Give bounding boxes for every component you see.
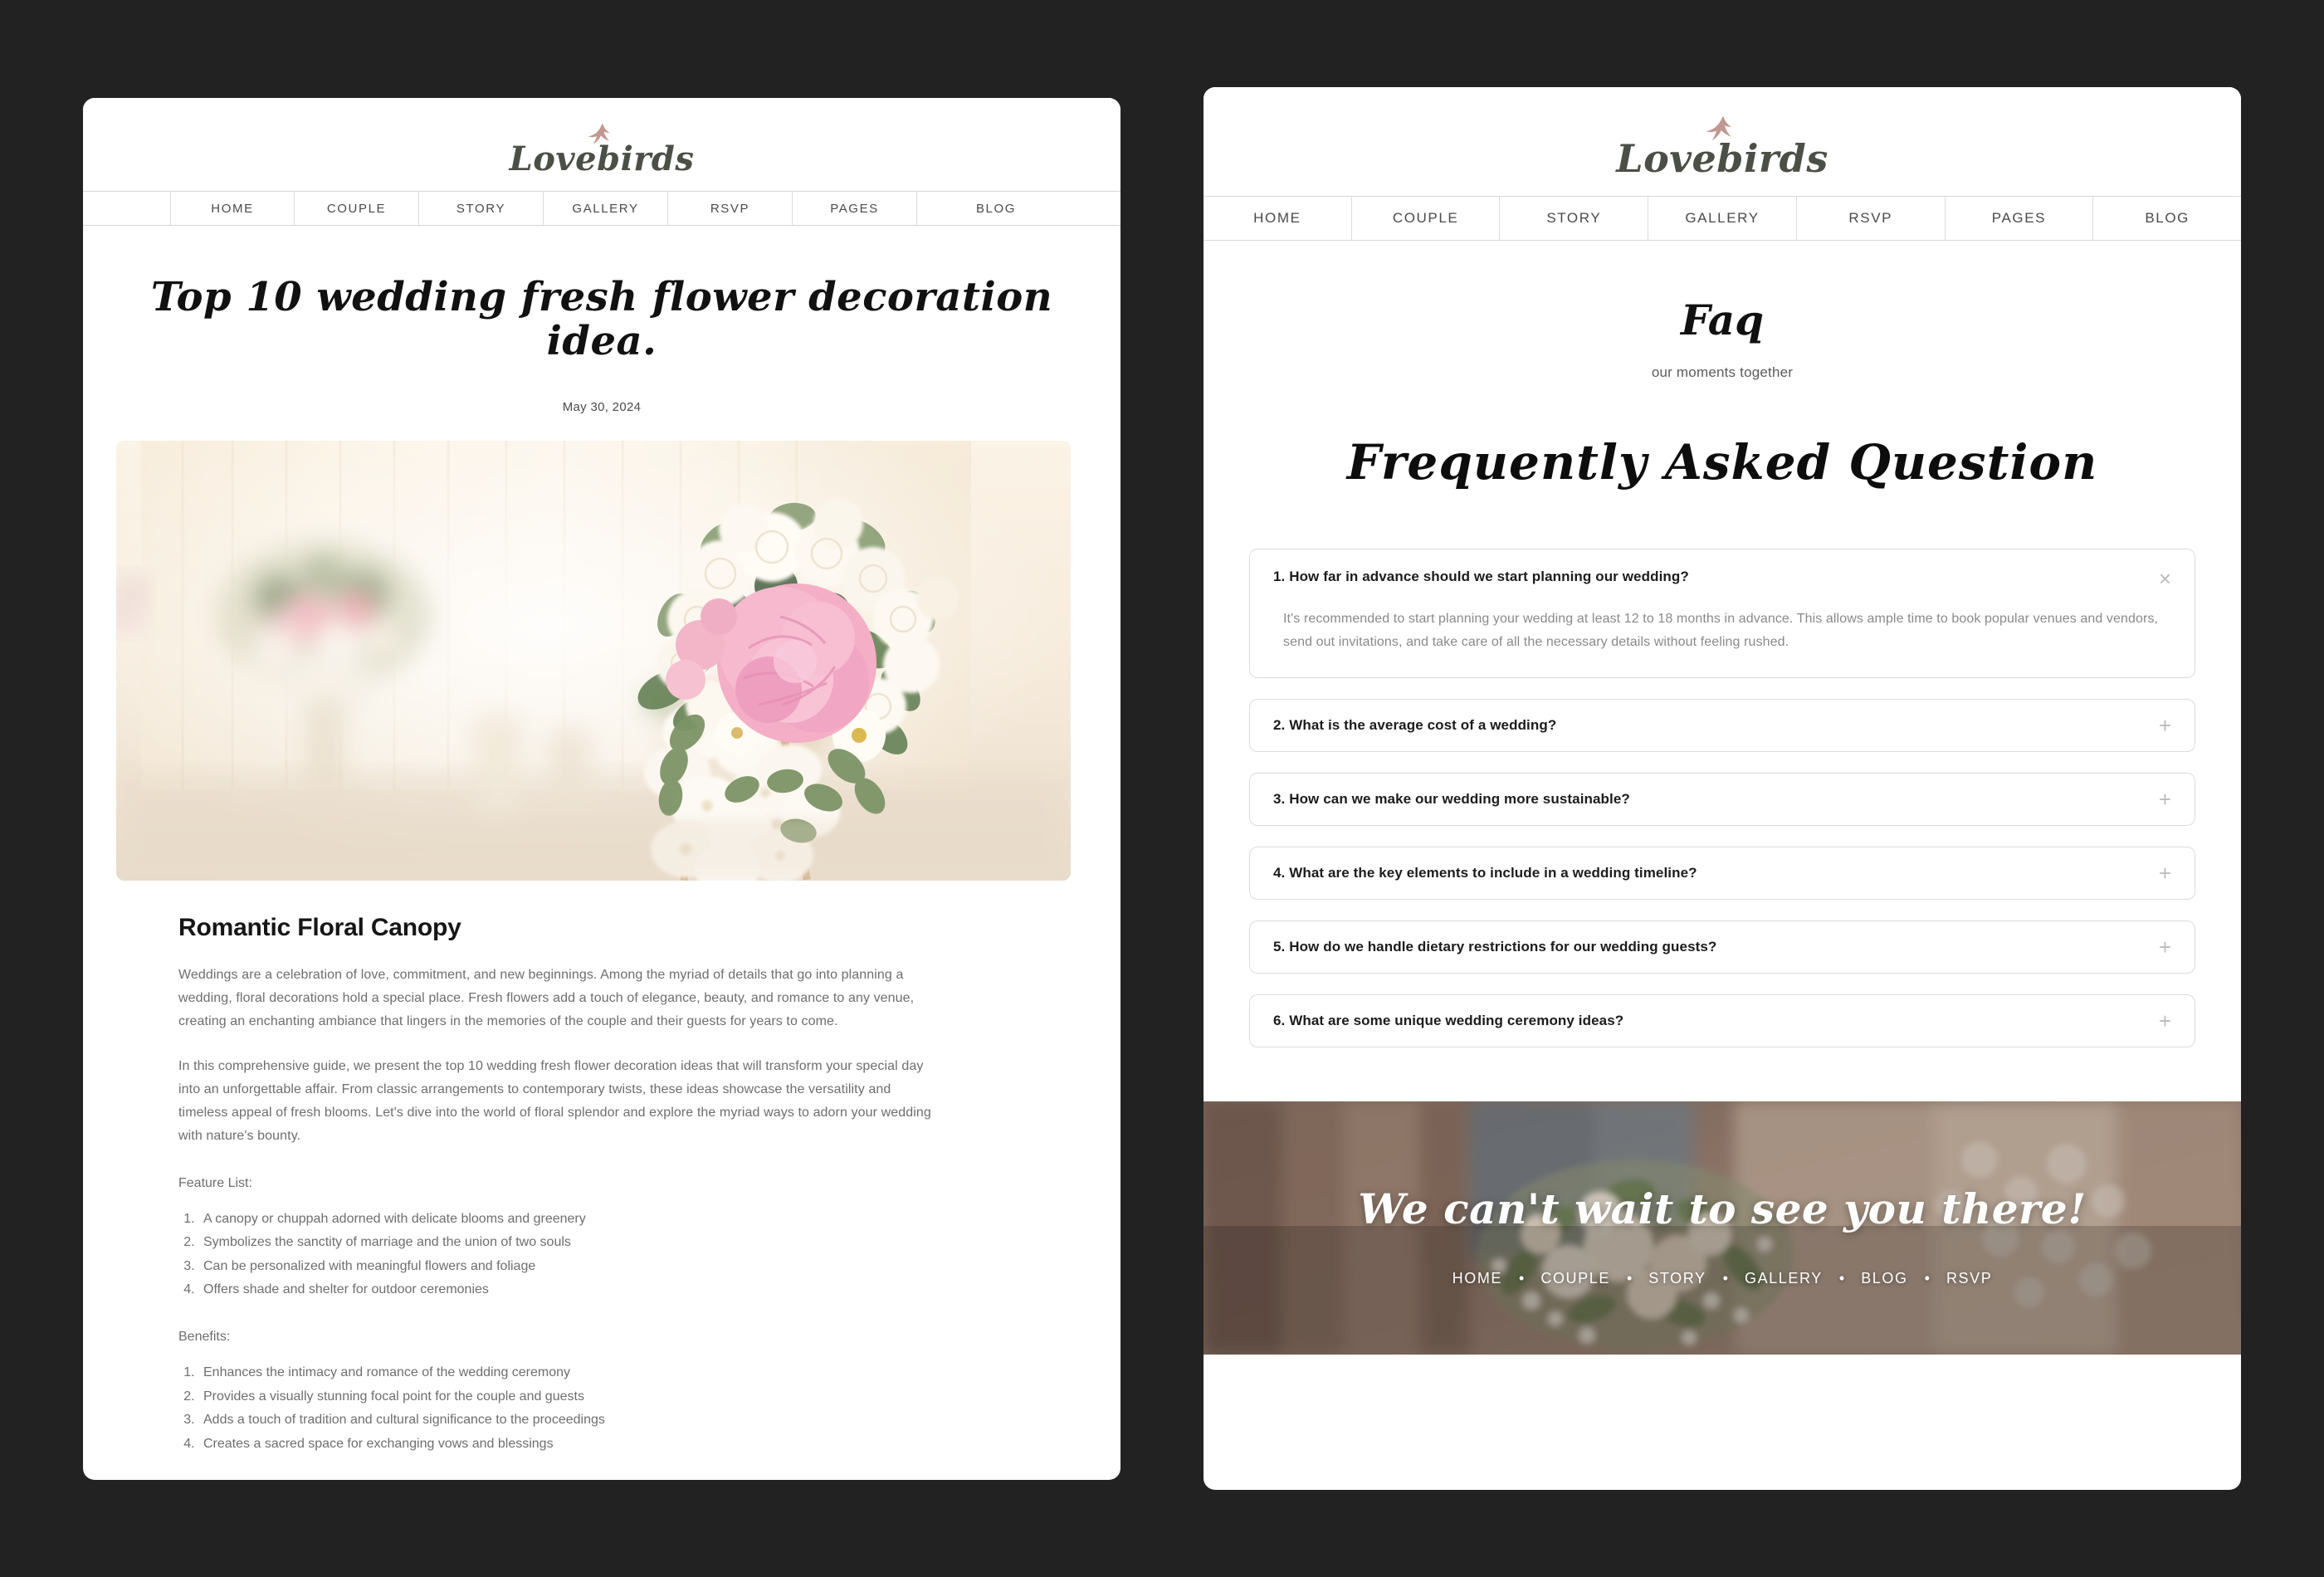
faq-question: 6. What are some unique wedding ceremony… [1273, 1012, 1624, 1028]
plus-icon[interactable]: + [2142, 862, 2171, 884]
faq-question: 3. How can we make our wedding more sust… [1273, 790, 1630, 807]
list-item: Offers shade and shelter for outdoor cer… [198, 1278, 1087, 1301]
footer-separator-dot: • [1924, 1270, 1930, 1286]
nav-item-gallery[interactable]: GALLERY [544, 192, 668, 225]
nav-item-rsvp[interactable]: RSVP [1797, 197, 1946, 240]
site-footer: We can't wait to see you there! HOME • C… [1204, 1101, 2241, 1355]
faq-item[interactable]: 3. How can we make our wedding more sust… [1249, 773, 2195, 826]
brand-name-right: Lovebirds [1616, 136, 1828, 181]
plus-icon[interactable]: + [2142, 1010, 2171, 1032]
faq-script-title: Faq [1680, 295, 1765, 344]
benefits-label: Benefits: [178, 1330, 231, 1345]
article-body: Top 10 wedding fresh flower decoration i… [83, 276, 1120, 1480]
faq-answer: It's recommended to start planning your … [1283, 612, 2159, 649]
benefits-list: Enhances the intimacy and romance of the… [178, 1361, 1087, 1456]
footer-content: We can't wait to see you there! HOME • C… [1204, 1101, 2241, 1287]
list-item: Provides a visually stunning focal point… [198, 1385, 1087, 1409]
faq-section: Faq our moments together Frequently Aske… [1204, 295, 2241, 1101]
plus-icon[interactable]: + [2142, 936, 2171, 958]
footer-nav-item-rsvp[interactable]: RSVP [1943, 1270, 1995, 1287]
footer-nav-item-blog[interactable]: BLOG [1858, 1270, 1911, 1287]
footer-separator-dot: • [1626, 1270, 1633, 1286]
footer-title: We can't wait to see you there! [1358, 1184, 2087, 1233]
nav-item-couple[interactable]: COUPLE [1352, 197, 1501, 240]
article-section-heading: Romantic Floral Canopy [178, 913, 461, 941]
brand-logo-left[interactable]: Lovebirds [510, 123, 695, 176]
faq-question-row[interactable]: 5. How do we handle dietary restrictions… [1250, 921, 2195, 973]
article-paragraph-2: In this comprehensive guide, we present … [178, 1058, 931, 1143]
article-paragraph-1: Weddings are a celebration of love, comm… [178, 967, 915, 1028]
nav-item-rsvp[interactable]: RSVP [668, 192, 793, 225]
nav-item-pages[interactable]: PAGES [1946, 197, 2094, 240]
nav-item-blog[interactable]: BLOG [917, 192, 1075, 225]
site-header-right: Lovebirds [1204, 87, 2241, 196]
brand-logo-right[interactable]: Lovebirds [1616, 115, 1828, 178]
faq-item[interactable]: 1. How far in advance should we start pl… [1249, 549, 2195, 678]
list-item: Can be personalized with meaningful flow… [198, 1255, 1087, 1278]
footer-nav-item-gallery[interactable]: GALLERY [1741, 1270, 1826, 1287]
article-hero-image [116, 440, 1071, 881]
faq-question-row[interactable]: 1. How far in advance should we start pl… [1250, 549, 2195, 589]
main-nav-left[interactable]: HOME COUPLE STORY GALLERY RSVP PAGES BLO… [83, 191, 1120, 226]
faq-item[interactable]: 2. What is the average cost of a wedding… [1249, 699, 2195, 752]
screenshot-stage: Lovebirds HOME COUPLE STORY GALLERY RSVP… [0, 0, 2324, 1577]
footer-separator-dot: • [1519, 1270, 1525, 1286]
feature-list-label: Feature List: [178, 1175, 252, 1190]
nav-item-gallery[interactable]: GALLERY [1648, 197, 1797, 240]
faq-main-heading: Frequently Asked Question [1346, 434, 2098, 491]
faq-question-row[interactable]: 3. How can we make our wedding more sust… [1250, 774, 2195, 825]
faq-question-row[interactable]: 6. What are some unique wedding ceremony… [1250, 995, 2195, 1047]
faq-item[interactable]: 6. What are some unique wedding ceremony… [1249, 994, 2195, 1047]
faq-question-row[interactable]: 4. What are the key elements to include … [1250, 847, 2195, 899]
nav-item-blog[interactable]: BLOG [2093, 197, 2241, 240]
site-header-left: Lovebirds [83, 98, 1120, 191]
faq-item[interactable]: 4. What are the key elements to include … [1249, 847, 2195, 900]
faq-question: 4. What are the key elements to include … [1273, 864, 1697, 881]
feature-list: A canopy or chuppah adorned with delicat… [178, 1208, 1087, 1302]
list-item: Symbolizes the sanctity of marriage and … [198, 1231, 1087, 1254]
nav-item-story[interactable]: STORY [419, 192, 544, 225]
nav-item-story[interactable]: STORY [1500, 197, 1649, 240]
list-item: A canopy or chuppah adorned with delicat… [198, 1208, 1087, 1231]
article-date: May 30, 2024 [562, 399, 642, 414]
nav-item-pages[interactable]: PAGES [793, 192, 917, 225]
plus-icon[interactable]: + [2142, 715, 2171, 736]
faq-page-panel: Lovebirds HOME COUPLE STORY GALLERY RSVP… [1204, 87, 2241, 1490]
list-item: Adds a touch of tradition and cultural s… [198, 1409, 1087, 1432]
blog-article-panel: Lovebirds HOME COUPLE STORY GALLERY RSVP… [83, 98, 1120, 1480]
brand-name-left: Lovebirds [509, 139, 695, 178]
footer-nav-item-home[interactable]: HOME [1449, 1270, 1506, 1287]
nav-item-couple[interactable]: COUPLE [295, 192, 419, 225]
close-icon[interactable]: × [2142, 568, 2171, 589]
faq-item[interactable]: 5. How do we handle dietary restrictions… [1249, 920, 2195, 974]
footer-nav-item-story[interactable]: STORY [1645, 1270, 1709, 1287]
list-item: Enhances the intimacy and romance of the… [198, 1361, 1087, 1384]
plus-icon[interactable]: + [2142, 788, 2171, 810]
article-title: Top 10 wedding fresh flower decoration i… [150, 274, 1053, 364]
footer-nav[interactable]: HOME • COUPLE • STORY • GALLERY • BLOG •… [1204, 1270, 2241, 1287]
faq-question: 5. How do we handle dietary restrictions… [1273, 938, 1717, 954]
faq-question: 1. How far in advance should we start pl… [1273, 569, 1689, 584]
main-nav-right[interactable]: HOME COUPLE STORY GALLERY RSVP PAGES BLO… [1204, 196, 2241, 241]
footer-separator-dot: • [1722, 1270, 1728, 1286]
footer-nav-item-couple[interactable]: COUPLE [1537, 1270, 1614, 1287]
faq-accordion: 1. How far in advance should we start pl… [1249, 549, 2195, 1047]
footer-separator-dot: • [1838, 1270, 1845, 1286]
faq-subtitle: our moments together [1651, 364, 1794, 380]
nav-item-home[interactable]: HOME [170, 192, 295, 225]
nav-item-home[interactable]: HOME [1204, 197, 1352, 240]
list-item: Creates a sacred space for exchanging vo… [198, 1433, 1087, 1456]
faq-question: 2. What is the average cost of a wedding… [1273, 716, 1557, 733]
faq-question-row[interactable]: 2. What is the average cost of a wedding… [1250, 700, 2195, 751]
